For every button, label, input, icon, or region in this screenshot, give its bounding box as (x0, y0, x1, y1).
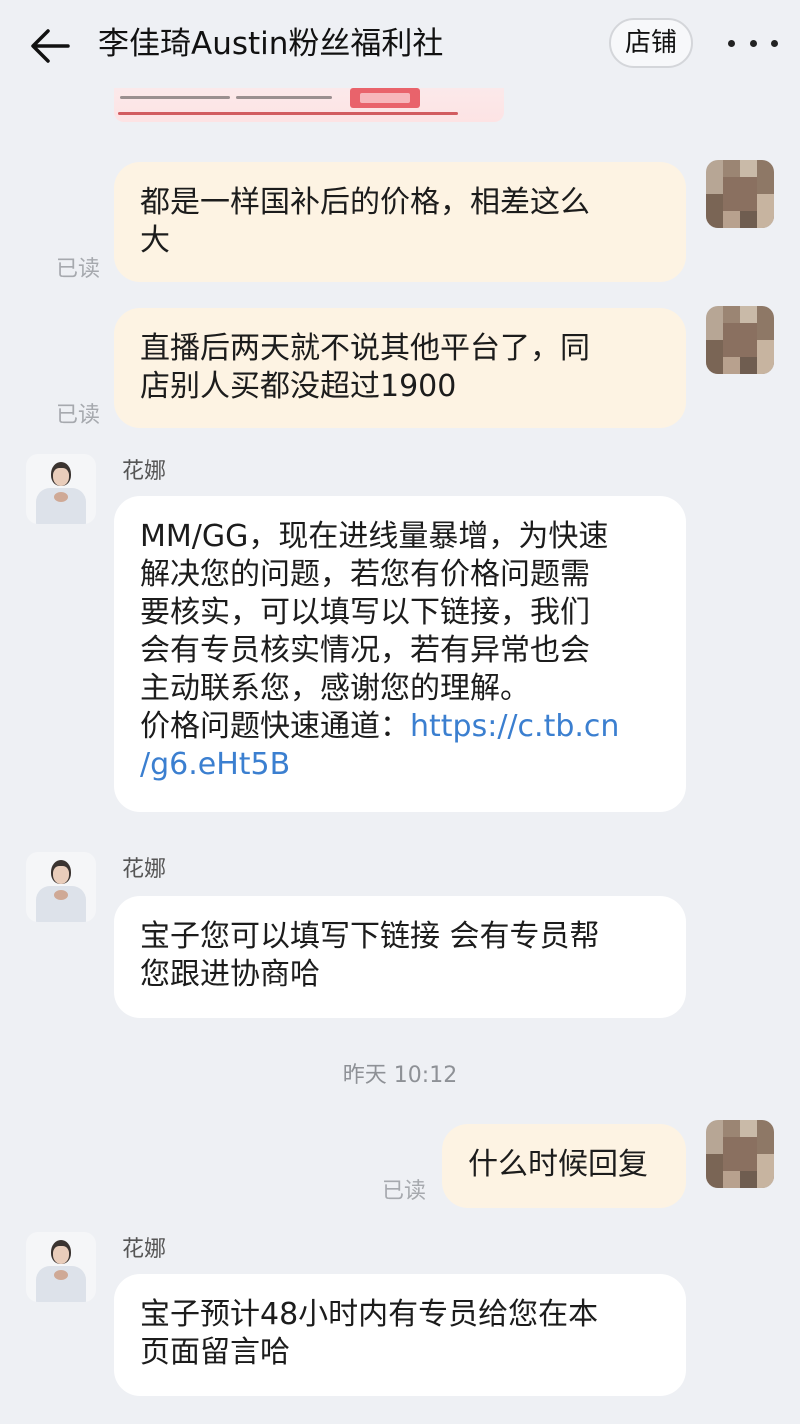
message-timestamp: 昨天 10:12 (342, 1063, 458, 1088)
sent-message-bubble[interactable]: 直播后两天就不说其他平台了，同 店别人买都没超过1900 (114, 308, 686, 428)
message-text-line: 价格问题快速通道：https://c.tb.cn (140, 708, 660, 746)
price-issue-link-continued[interactable]: /g6.eHt5B (140, 746, 660, 784)
received-message-bubble[interactable]: MM/GG，现在进线量暴增，为快速 解决您的问题，若您有价格问题需 要核实，可以… (114, 496, 686, 812)
agent-avatar[interactable] (26, 1232, 96, 1302)
more-dots-icon (749, 39, 757, 47)
message-text: MM/GG，现在进线量暴增，为快速 (140, 519, 609, 554)
chat-title: 李佳琦Austin粉丝福利社 (98, 26, 444, 62)
shop-button[interactable]: 店铺 (609, 18, 693, 68)
message-text: 宝子预计48小时内有专员给您在本 (140, 1297, 599, 1332)
chat-header: 李佳琦Austin粉丝福利社 店铺 (0, 0, 800, 88)
avatar-figure-hands (54, 1270, 68, 1280)
message-text: 大 (140, 223, 170, 258)
sent-message-bubble[interactable]: 什么时候回复 (442, 1124, 686, 1208)
user-avatar[interactable] (706, 306, 774, 374)
back-button[interactable] (28, 26, 72, 66)
message-text: 直播后两天就不说其他平台了，同 (140, 331, 590, 366)
avatar-pixel-block (723, 1137, 757, 1171)
received-message-bubble[interactable]: 宝子预计48小时内有专员给您在本 页面留言哈 (114, 1274, 686, 1396)
message-text: 店别人买都没超过1900 (140, 369, 457, 404)
read-receipt: 已读 (56, 257, 101, 282)
avatar-figure-hands (54, 492, 68, 502)
avatar-figure-face (53, 1246, 69, 1264)
message-text: 会有专员核实情况，若有异常也会 (140, 633, 590, 668)
message-text: 解决您的问题，若您有价格问题需 (140, 557, 590, 592)
sent-message-bubble[interactable]: 都是一样国补后的价格，相差这么 大 (114, 162, 686, 282)
read-receipt: 已读 (56, 403, 101, 428)
avatar-pixel-block (723, 323, 757, 357)
sender-name: 花娜 (122, 857, 167, 882)
image-banner-inner (360, 93, 410, 103)
image-text-line (236, 96, 332, 99)
sender-name: 花娜 (122, 1237, 167, 1262)
message-text: 都是一样国补后的价格，相差这么 (140, 185, 590, 220)
price-issue-link[interactable]: https://c.tb.cn (410, 709, 619, 744)
agent-avatar[interactable] (26, 454, 96, 524)
message-text: 什么时候回复 (468, 1147, 648, 1182)
arrow-left-icon (31, 29, 70, 63)
received-message-bubble[interactable]: 宝子您可以填写下链接 会有专员帮 您跟进协商哈 (114, 896, 686, 1018)
image-text-line (118, 112, 458, 115)
more-options-button[interactable] (728, 28, 778, 58)
image-message-thumbnail[interactable] (114, 88, 504, 122)
more-dots-icon (728, 39, 735, 47)
avatar-figure-face (53, 866, 69, 884)
avatar-pixel-block (723, 177, 757, 211)
message-text: 您跟进协商哈 (140, 957, 320, 992)
message-text: 主动联系您，感谢您的理解。 (140, 671, 530, 706)
read-receipt: 已读 (382, 1179, 427, 1204)
message-text: 要核实，可以填写以下链接，我们 (140, 595, 590, 630)
more-dots-icon (771, 39, 778, 47)
user-avatar[interactable] (706, 1120, 774, 1188)
message-text: 价格问题快速通道： (140, 709, 410, 744)
avatar-figure-hands (54, 890, 68, 900)
message-text: 页面留言哈 (140, 1335, 290, 1370)
image-text-line (120, 96, 230, 99)
avatar-figure-face (53, 468, 69, 486)
message-text: 宝子您可以填写下链接 会有专员帮 (140, 919, 600, 954)
sender-name: 花娜 (122, 459, 167, 484)
user-avatar[interactable] (706, 160, 774, 228)
agent-avatar[interactable] (26, 852, 96, 922)
